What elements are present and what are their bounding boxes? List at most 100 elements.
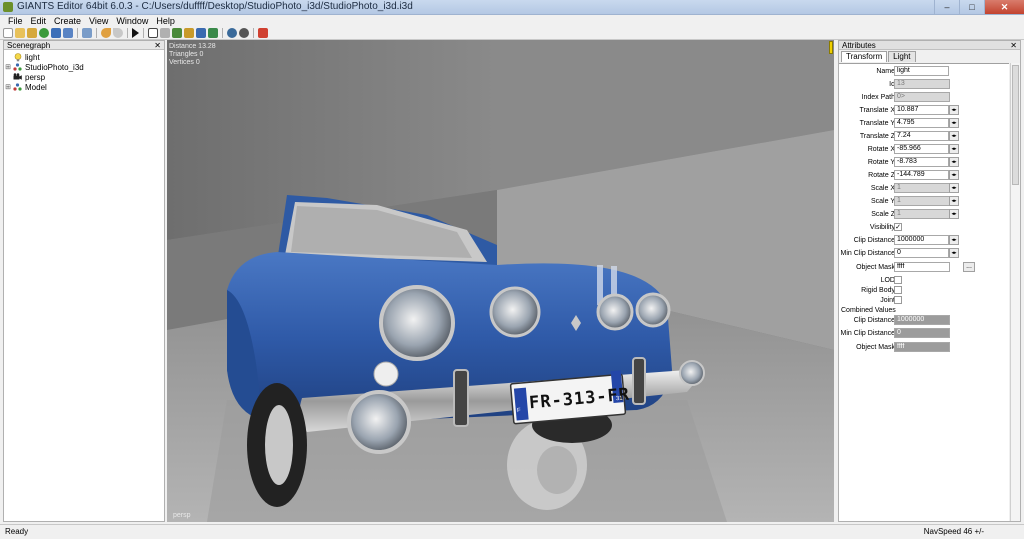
lod-checkbox[interactable]: [894, 276, 902, 284]
reload-icon[interactable]: [39, 28, 49, 38]
new-file-icon[interactable]: [3, 28, 13, 38]
play-icon[interactable]: [132, 28, 139, 38]
camera-icon: [13, 73, 22, 81]
save-as-icon[interactable]: [63, 28, 73, 38]
combined-object-mask-label: Object Mask: [856, 344, 895, 351]
menu-help[interactable]: Help: [152, 15, 179, 27]
tree-item-studiophoto[interactable]: ⊞ StudioPhoto_i3d: [4, 62, 164, 72]
terrain-icon[interactable]: [172, 28, 182, 38]
menu-view[interactable]: View: [85, 15, 112, 27]
undo-icon[interactable]: [101, 28, 111, 38]
texture-icon[interactable]: [160, 28, 170, 38]
save-icon[interactable]: [51, 28, 61, 38]
translate-x-field[interactable]: 10.887: [894, 105, 949, 115]
expand-toggle[interactable]: ⊞: [4, 63, 12, 71]
visibility-checkbox[interactable]: ✓: [894, 223, 902, 231]
scale-y-field: 1: [894, 196, 950, 206]
translate-y-spinner[interactable]: ◂▸: [949, 118, 959, 128]
scale-y-spinner[interactable]: ◂▸: [949, 196, 959, 206]
id-field: 13: [894, 79, 950, 89]
terrain-paint-icon[interactable]: [184, 28, 194, 38]
export-icon[interactable]: [82, 28, 92, 38]
close-window-button[interactable]: ✕: [984, 0, 1024, 14]
title-bar: GIANTS Editor 64bit 6.0.3 - C:/Users/duf…: [0, 0, 1024, 15]
menu-file[interactable]: File: [4, 15, 27, 27]
menu-create[interactable]: Create: [50, 15, 85, 27]
translate-z-field[interactable]: 7.24: [894, 131, 949, 141]
rotate-z-spinner[interactable]: ◂▸: [949, 170, 959, 180]
menu-edit[interactable]: Edit: [27, 15, 51, 27]
splitter-handle[interactable]: [829, 41, 833, 54]
object-mask-field[interactable]: ffff: [894, 262, 950, 272]
window-controls: – □ ✕: [934, 0, 1024, 14]
row-name: Name light: [839, 66, 1009, 77]
scale-z-spinner[interactable]: ◂▸: [949, 209, 959, 219]
row-object-mask: Object Mask ffff ...: [839, 262, 1009, 273]
combined-min-clip-distance-label: Min Clip Distance: [840, 330, 895, 337]
translate-x-spinner[interactable]: ◂▸: [949, 105, 959, 115]
name-field[interactable]: light: [894, 66, 949, 76]
scrollbar-thumb[interactable]: [1012, 65, 1019, 185]
combined-clip-distance-field: 1000000: [894, 315, 950, 325]
decoration-icon[interactable]: [208, 28, 218, 38]
select-tool-icon[interactable]: [148, 28, 158, 38]
row-rotate-x: Rotate X -85.966 ◂▸: [839, 144, 1009, 155]
open-folder-icon[interactable]: [15, 28, 25, 38]
3d-viewport[interactable]: FR-313-FR F 31 Distance 13.28 Triangles …: [167, 40, 834, 522]
row-scale-x: Scale X 1 ◂▸: [839, 183, 1009, 194]
translate-y-field[interactable]: 4.795: [894, 118, 949, 128]
row-translate-z: Translate Z 7.24 ◂▸: [839, 131, 1009, 142]
rotate-y-spinner[interactable]: ◂▸: [949, 157, 959, 167]
combined-object-mask-field: ffff: [894, 342, 950, 352]
translate-z-label: Translate Z: [859, 133, 895, 140]
scale-x-spinner[interactable]: ◂▸: [949, 183, 959, 193]
attributes-scrollbar[interactable]: [1010, 63, 1020, 521]
status-text: Ready: [5, 527, 29, 536]
translate-z-spinner[interactable]: ◂▸: [949, 131, 959, 141]
rotate-z-field[interactable]: -144.789: [894, 170, 949, 180]
close-icon[interactable]: ✕: [1010, 41, 1017, 50]
gear-icon[interactable]: [227, 28, 237, 38]
row-combined-min-clip-distance: Min Clip Distance 0: [839, 328, 1009, 339]
index-path-field: 0>: [894, 92, 950, 102]
close-icon[interactable]: ✕: [154, 41, 161, 50]
scenegraph-header: Scenegraph ✕: [4, 41, 164, 50]
rendered-scene: [167, 40, 834, 522]
settings-icon[interactable]: [239, 28, 249, 38]
row-clip-distance: Clip Distance 1000000 ◂▸: [839, 235, 1009, 246]
rigid-body-checkbox[interactable]: [894, 286, 902, 294]
scale-z-label: Scale Z: [871, 211, 895, 218]
window-title: GIANTS Editor 64bit 6.0.3 - C:/Users/duf…: [17, 1, 413, 12]
nav-speed: NavSpeed 46 +/-: [923, 527, 984, 536]
record-icon[interactable]: [258, 28, 268, 38]
index-path-label: Index Path: [861, 94, 895, 101]
rotate-x-spinner[interactable]: ◂▸: [949, 144, 959, 154]
min-clip-distance-spinner[interactable]: ◂▸: [949, 248, 959, 258]
joint-checkbox[interactable]: [894, 296, 902, 304]
minimize-button[interactable]: –: [934, 0, 959, 14]
tree-item-persp[interactable]: persp: [4, 72, 164, 82]
tab-transform[interactable]: Transform: [841, 51, 888, 62]
foliage-icon[interactable]: [196, 28, 206, 38]
transform-group-icon: [13, 83, 22, 91]
clip-distance-spinner[interactable]: ◂▸: [949, 235, 959, 245]
tree-item-label: StudioPhoto_i3d: [25, 62, 84, 72]
visibility-label: Visibility: [869, 224, 895, 231]
clip-distance-field[interactable]: 1000000: [894, 235, 949, 245]
maximize-button[interactable]: □: [959, 0, 984, 14]
tree-item-light[interactable]: light: [4, 52, 164, 62]
import-icon[interactable]: [27, 28, 37, 38]
tab-light[interactable]: Light: [888, 51, 916, 62]
expand-toggle[interactable]: ⊞: [4, 83, 12, 91]
redo-icon[interactable]: [113, 28, 123, 38]
min-clip-distance-field[interactable]: 0: [894, 248, 949, 258]
row-translate-y: Translate Y 4.795 ◂▸: [839, 118, 1009, 129]
menu-window[interactable]: Window: [112, 15, 152, 27]
toolbar-separator: [127, 28, 128, 38]
rotate-x-field[interactable]: -85.966: [894, 144, 949, 154]
scale-x-field: 1: [894, 183, 950, 193]
rotate-y-field[interactable]: -8.783: [894, 157, 949, 167]
row-rotate-z: Rotate Z -144.789 ◂▸: [839, 170, 1009, 181]
tree-item-model[interactable]: ⊞ Model: [4, 82, 164, 92]
object-mask-browse-button[interactable]: ...: [963, 262, 975, 272]
